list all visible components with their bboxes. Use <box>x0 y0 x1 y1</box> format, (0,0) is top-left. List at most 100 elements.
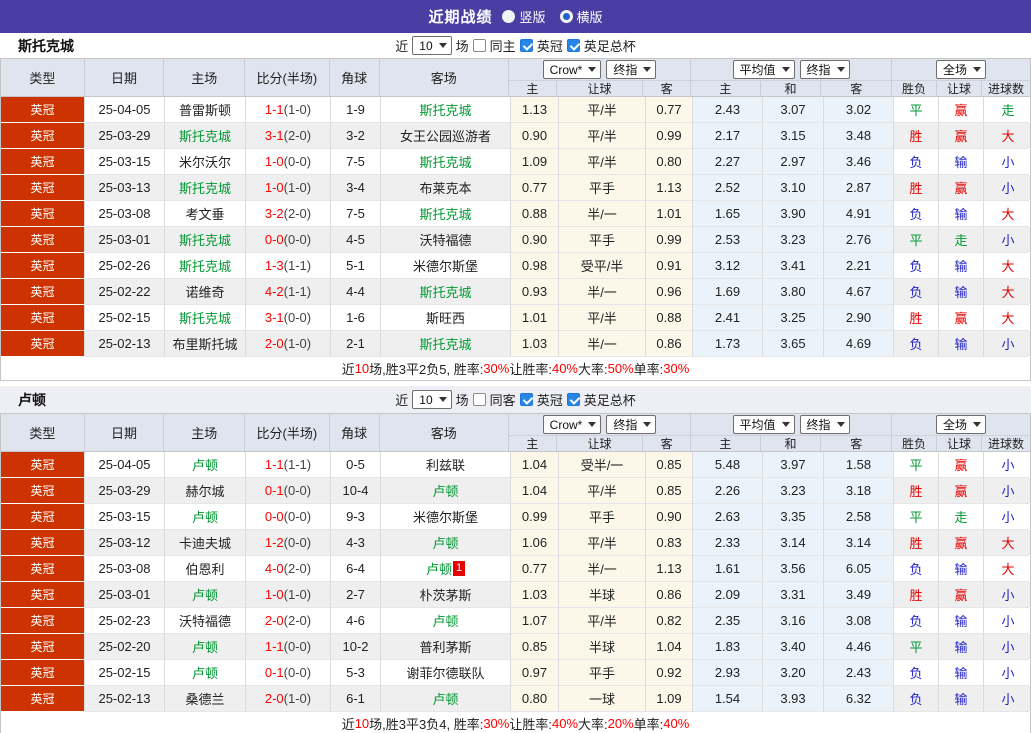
result-goals: 小 <box>984 634 1031 660</box>
subcol-avg-home: 主 <box>691 436 761 451</box>
avg-odds-draw: 3.07 <box>763 97 824 123</box>
subcol-odds-away: 客 <box>660 437 673 451</box>
league-badge: 英冠 <box>1 123 85 149</box>
home-team[interactable]: 斯托克城 <box>165 227 246 253</box>
recent-results-page: 近期战绩 竖版 横版 斯托克城 近 10 场 同主 英冠 英足总杯 类型 日期 … <box>0 0 1031 733</box>
result-goals: 大 <box>984 305 1031 331</box>
home-team: 伯恩利 <box>165 556 246 582</box>
avg-odds-away: 4.91 <box>824 201 894 227</box>
handicap-line: 平/半 <box>559 478 646 504</box>
final-odds-select[interactable]: 终指 <box>606 415 657 434</box>
table-row: 英冠 25-03-12 卡迪夫城 1-2 (0-0) 4-3 卢顿 1.06 平/半 0.83 2.… <box>1 530 1031 556</box>
result-handicap: 输 <box>939 660 984 686</box>
home-team[interactable]: 斯托克城 <box>165 305 246 331</box>
final-odds-select-2[interactable]: 终指 <box>799 60 850 79</box>
home-team[interactable]: 斯托克城 <box>165 175 246 201</box>
away-team: 米德尔斯堡 <box>381 504 511 530</box>
match-date: 25-03-15 <box>85 504 165 530</box>
avg-odds-home: 2.09 <box>693 582 763 608</box>
match-score: 1-0 (1-0) <box>246 582 331 608</box>
league-badge: 英冠 <box>1 253 85 279</box>
handicap-odds-away: 1.13 <box>646 175 693 201</box>
result-goals: 小 <box>984 175 1031 201</box>
odds-dropdown-row: Crow* 终指 <box>509 414 691 436</box>
away-team[interactable]: 斯托克城 <box>381 97 511 123</box>
home-team[interactable]: 斯托克城 <box>165 253 246 279</box>
chevron-down-icon <box>588 422 597 427</box>
avg-odds-draw: 3.65 <box>763 331 824 357</box>
summary-row: 近 10 场,胜3平3负4, 胜率: 30% 让胜率: 40% 大率: 20% 单率: 40… <box>1 712 1030 733</box>
league-badge: 英冠 <box>1 582 85 608</box>
result-winloss: 平 <box>894 452 939 478</box>
home-team[interactable]: 卢顿 <box>165 452 246 478</box>
summary-text: 场,胜3平2负5, 胜率: <box>369 362 484 377</box>
full-match-select[interactable]: 全场 <box>936 415 987 434</box>
average-select[interactable]: 平均值 <box>732 415 795 434</box>
same-away-checkbox[interactable] <box>472 393 486 406</box>
handicap-odds-home: 0.99 <box>511 504 559 530</box>
summary-stat-value: 40% <box>551 716 578 731</box>
radio-vertical-layout[interactable]: 竖版 <box>502 7 546 26</box>
bookmaker-select[interactable]: Crow* <box>542 415 602 434</box>
handicap-odds-home: 0.77 <box>511 175 559 201</box>
handicap-odds-home: 1.03 <box>511 582 559 608</box>
home-team: 沃特福德 <box>165 608 246 634</box>
handicap-line: 半/一 <box>559 201 646 227</box>
home-team[interactable]: 卢顿 <box>165 634 246 660</box>
summary-text: 单率: <box>633 362 664 377</box>
handicap-line: 平手 <box>559 227 646 253</box>
home-team[interactable]: 卢顿 <box>165 504 246 530</box>
recent-count-select[interactable]: 10 <box>412 390 452 409</box>
subcol-avg-draw: 和 <box>761 81 822 96</box>
handicap-line: 受平/半 <box>559 253 646 279</box>
away-team[interactable]: 斯托克城 <box>381 149 511 175</box>
fa-cup-checkbox[interactable] <box>566 39 580 52</box>
full-match-select[interactable]: 全场 <box>936 60 987 79</box>
home-team[interactable]: 卢顿 <box>165 582 246 608</box>
radio-horizontal-layout[interactable]: 横版 <box>559 7 603 26</box>
same-home-checkbox[interactable] <box>472 39 486 52</box>
radio-button-icon[interactable] <box>502 10 516 23</box>
away-team[interactable]: 斯托克城 <box>381 331 511 357</box>
radio-button-selected-icon[interactable] <box>559 10 573 23</box>
handicap-line: 半/一 <box>559 556 646 582</box>
result-goals: 走 <box>984 97 1031 123</box>
average-select[interactable]: 平均值 <box>732 60 795 79</box>
odds-dropdown-row: Crow* 终指 <box>509 59 691 81</box>
result-dropdown-row: 全场 <box>892 414 1031 436</box>
away-team[interactable]: 卢顿 <box>381 686 511 712</box>
home-team: 米尔沃尔 <box>165 149 246 175</box>
recent-count-select[interactable]: 10 <box>412 36 452 55</box>
away-team[interactable]: 卢顿 <box>381 530 511 556</box>
league-badge: 英冠 <box>1 478 85 504</box>
away-team[interactable]: 卢顿 <box>381 478 511 504</box>
league-checkbox[interactable] <box>519 393 533 406</box>
handicap-odds-group: Crow* 终指 主 让球 客 <box>509 59 692 96</box>
col-header-type: 类型 <box>1 414 85 451</box>
table-row: 英冠 25-03-08 伯恩利 4-0 (2-0) 6-4 卢顿 1 0.77 半/一 1.13 1.… <box>1 556 1031 582</box>
result-goals: 小 <box>984 608 1031 634</box>
home-team[interactable]: 斯托克城 <box>165 123 246 149</box>
same-away-label: 同客 <box>489 393 516 408</box>
chevron-down-icon <box>836 422 845 427</box>
result-handicap: 赢 <box>939 123 984 149</box>
away-team[interactable]: 卢顿 <box>381 608 511 634</box>
summary-text: 场,胜3平3负4, 胜率: <box>369 717 484 732</box>
corner-score: 2-1 <box>331 331 381 357</box>
handicap-odds-away: 0.88 <box>646 305 693 331</box>
league-checkbox[interactable] <box>519 39 533 52</box>
away-team[interactable]: 斯托克城 <box>381 201 511 227</box>
away-team[interactable]: 卢顿 1 <box>381 556 511 582</box>
col-header-away: 客场 <box>380 59 510 96</box>
fa-cup-checkbox[interactable] <box>566 393 580 406</box>
radio-vertical-label: 竖版 <box>519 10 546 25</box>
corner-score: 10-2 <box>331 634 381 660</box>
away-team[interactable]: 斯托克城 <box>381 279 511 305</box>
avg-odds-home: 1.83 <box>693 634 763 660</box>
final-odds-select[interactable]: 终指 <box>606 60 657 79</box>
home-team[interactable]: 卢顿 <box>165 660 246 686</box>
bookmaker-select[interactable]: Crow* <box>542 60 602 79</box>
avg-odds-home: 2.27 <box>693 149 763 175</box>
table-body: 英冠 25-04-05 普雷斯顿 1-1 (1-0) 1-9 斯托克城 1.13 平/半 0.77… <box>1 97 1031 357</box>
final-odds-select-2[interactable]: 终指 <box>799 415 850 434</box>
